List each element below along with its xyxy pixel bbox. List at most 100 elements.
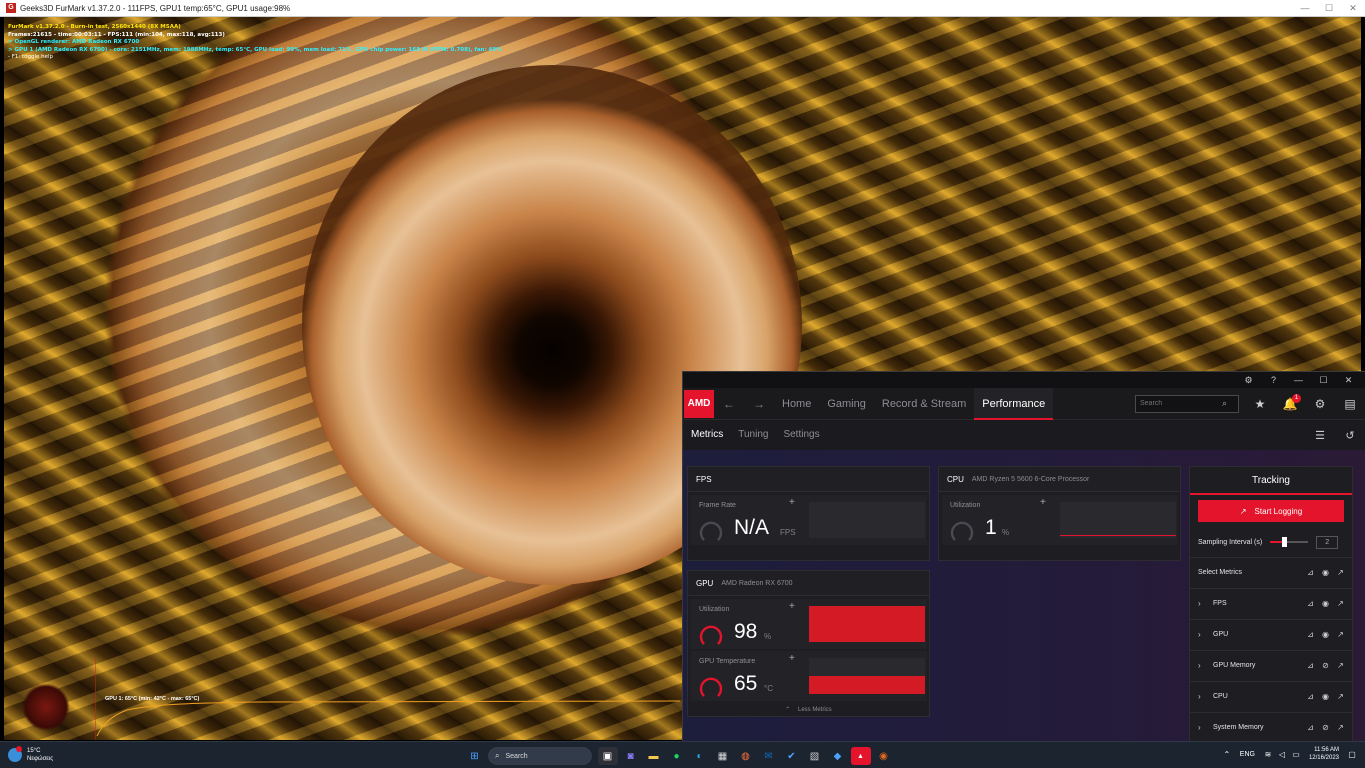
language-indicator[interactable]: ENG: [1240, 751, 1255, 758]
furmark-titlebar[interactable]: G Geeks3D FurMark v1.37.2.0 - 111FPS, GP…: [0, 0, 1365, 17]
frame-rate-metric[interactable]: Frame Rate + N/A FPS: [691, 495, 927, 545]
eye-icon[interactable]: ◉: [1318, 568, 1333, 577]
trend-icon[interactable]: ↗: [1333, 568, 1348, 577]
battery-icon[interactable]: ▭: [1289, 750, 1303, 759]
volume-icon[interactable]: ◁: [1275, 750, 1289, 759]
task-view-icon[interactable]: ▣: [597, 747, 618, 765]
bug-report-icon[interactable]: ⚙: [1236, 375, 1261, 386]
tracking-row-actions: ⊿ ⊘ ↗: [1303, 723, 1354, 732]
close-button[interactable]: ✕: [1336, 375, 1361, 386]
teams-chat-icon[interactable]: ◙: [621, 747, 641, 765]
chart-icon[interactable]: ⊿: [1303, 630, 1318, 639]
eye-off-icon[interactable]: ⊘: [1318, 723, 1333, 732]
weather-widget[interactable]: 15°C Νεφώσεις: [8, 746, 53, 763]
taskbar-search[interactable]: ⌕ Search: [488, 747, 592, 765]
taskbar-clock[interactable]: 11:56 AM 12/16/2023: [1309, 746, 1339, 762]
minimize-button[interactable]: —: [1286, 375, 1311, 385]
eye-icon[interactable]: ◉: [1318, 599, 1333, 608]
sampling-interval-input[interactable]: 2: [1316, 535, 1339, 549]
favorites-star-icon[interactable]: ★: [1245, 397, 1275, 411]
eye-off-icon[interactable]: ⊘: [1318, 661, 1333, 670]
tracking-row-label: GPU Memory: [1213, 662, 1256, 669]
maximize-button[interactable]: ☐: [1311, 375, 1336, 386]
file-explorer-icon[interactable]: ▬: [644, 747, 664, 765]
trend-icon[interactable]: ↗: [1333, 692, 1348, 701]
list-view-icon[interactable]: ☰: [1305, 429, 1335, 442]
start-windows-icon[interactable]: ⊞: [465, 747, 485, 765]
start-logging-button[interactable]: ↗ Start Logging: [1198, 500, 1344, 522]
forward-arrow-icon[interactable]: →: [744, 397, 774, 411]
outlook-icon[interactable]: ✉: [759, 747, 779, 765]
slider-knob[interactable]: [1282, 537, 1288, 547]
gpu-temperature-metric[interactable]: GPU Temperature + 65 °C: [691, 651, 927, 701]
tracking-row-actions: ⊿ ◉ ↗: [1303, 692, 1354, 701]
search-input[interactable]: [1140, 400, 1222, 407]
app-icon[interactable]: ▧: [805, 747, 825, 765]
chart-icon[interactable]: ⊿: [1303, 568, 1318, 577]
add-metric-icon[interactable]: +: [789, 601, 795, 612]
wifi-icon[interactable]: ≋: [1261, 750, 1275, 759]
store-icon[interactable]: ▦: [713, 747, 733, 765]
minimize-button[interactable]: —: [1293, 3, 1317, 14]
gpu-temperature-value: 65: [734, 672, 758, 695]
gpu-temperature-fill: [809, 676, 925, 694]
tracking-row-fps[interactable]: › FPS ⊿ ◉ ↗: [1190, 588, 1354, 618]
reset-icon[interactable]: ↺: [1335, 429, 1365, 442]
search-icon[interactable]: ⌕: [1222, 398, 1227, 409]
chart-icon[interactable]: ⊿: [1303, 599, 1318, 608]
back-arrow-icon[interactable]: ←: [714, 397, 744, 411]
gpu-temperature-label: GPU Temperature: [699, 658, 756, 665]
cpu-utilization-metric[interactable]: Utilization + 1 %: [942, 495, 1178, 545]
furmark-logo: [22, 683, 70, 731]
app-icon[interactable]: ◆: [828, 747, 848, 765]
trend-icon[interactable]: ↗: [1333, 723, 1348, 732]
tracking-row-gpu[interactable]: › GPU ⊿ ◉ ↗: [1190, 619, 1354, 649]
frame-rate-label: Frame Rate: [699, 502, 736, 509]
tab-gaming[interactable]: Gaming: [819, 388, 874, 420]
notification-center-icon[interactable]: ▢: [1345, 750, 1359, 759]
graph-caption: GPU 1: 65°C (min: 42°C - max: 65°C): [105, 696, 200, 702]
trend-icon[interactable]: ↗: [1333, 661, 1348, 670]
amd-adrenalin-window: ⚙ ? — ☐ ✕ AMD ← → Home Gaming Record & S…: [682, 371, 1365, 741]
chart-icon[interactable]: ⊿: [1303, 692, 1318, 701]
chart-icon[interactable]: ⊿: [1303, 723, 1318, 732]
trend-icon[interactable]: ↗: [1333, 630, 1348, 639]
tab-home[interactable]: Home: [774, 388, 819, 420]
help-icon[interactable]: ?: [1261, 375, 1286, 385]
add-metric-icon[interactable]: +: [789, 653, 795, 664]
gpu-temperature-gauge: [699, 677, 723, 697]
subtab-metrics[interactable]: Metrics: [691, 420, 723, 450]
edge-browser-icon[interactable]: ◐: [690, 747, 710, 765]
close-button[interactable]: ✕: [1341, 3, 1365, 14]
subtab-settings[interactable]: Settings: [783, 420, 819, 450]
spotify-icon[interactable]: ●: [667, 747, 687, 765]
tab-record-stream[interactable]: Record & Stream: [874, 388, 974, 420]
notification-bell-icon[interactable]: 🔔 1: [1275, 393, 1305, 411]
maximize-button[interactable]: ☐: [1317, 3, 1341, 14]
sampling-interval-slider[interactable]: [1270, 537, 1309, 547]
amd-search-box[interactable]: ⌕: [1135, 394, 1239, 413]
todo-icon[interactable]: ✔: [782, 747, 802, 765]
tracking-row-cpu[interactable]: › CPU ⊿ ◉ ↗: [1190, 681, 1354, 711]
eye-icon[interactable]: ◉: [1318, 692, 1333, 701]
subtab-tuning[interactable]: Tuning: [738, 420, 768, 450]
settings-gear-icon[interactable]: ⚙: [1305, 397, 1335, 411]
tab-performance[interactable]: Performance: [974, 387, 1054, 420]
add-metric-icon[interactable]: +: [789, 497, 795, 508]
trend-icon[interactable]: ↗: [1333, 599, 1348, 608]
add-metric-icon[interactable]: +: [1040, 497, 1046, 508]
chart-icon[interactable]: ⊿: [1303, 661, 1318, 670]
notification-badge: 1: [1292, 393, 1301, 403]
firefox-icon[interactable]: ◍: [736, 747, 756, 765]
amd-software-icon[interactable]: ▲: [850, 747, 871, 765]
tracking-row-system-memory[interactable]: › System Memory ⊿ ⊘ ↗: [1190, 712, 1354, 741]
layout-panel-icon[interactable]: ▤: [1335, 397, 1365, 411]
tracking-row-actions: ⊿ ◉ ↗: [1303, 630, 1354, 639]
furmark-icon[interactable]: ◉: [874, 747, 894, 765]
amd-logo[interactable]: AMD: [684, 389, 714, 418]
gpu-utilization-metric[interactable]: Utilization + 98 %: [691, 599, 927, 649]
chevron-up-icon[interactable]: ⌃: [1220, 750, 1234, 759]
less-metrics-button[interactable]: ⌃ Less Metrics: [688, 703, 929, 717]
tracking-row-gpu-memory[interactable]: › GPU Memory ⊿ ⊘ ↗: [1190, 650, 1354, 680]
eye-icon[interactable]: ◉: [1318, 630, 1333, 639]
